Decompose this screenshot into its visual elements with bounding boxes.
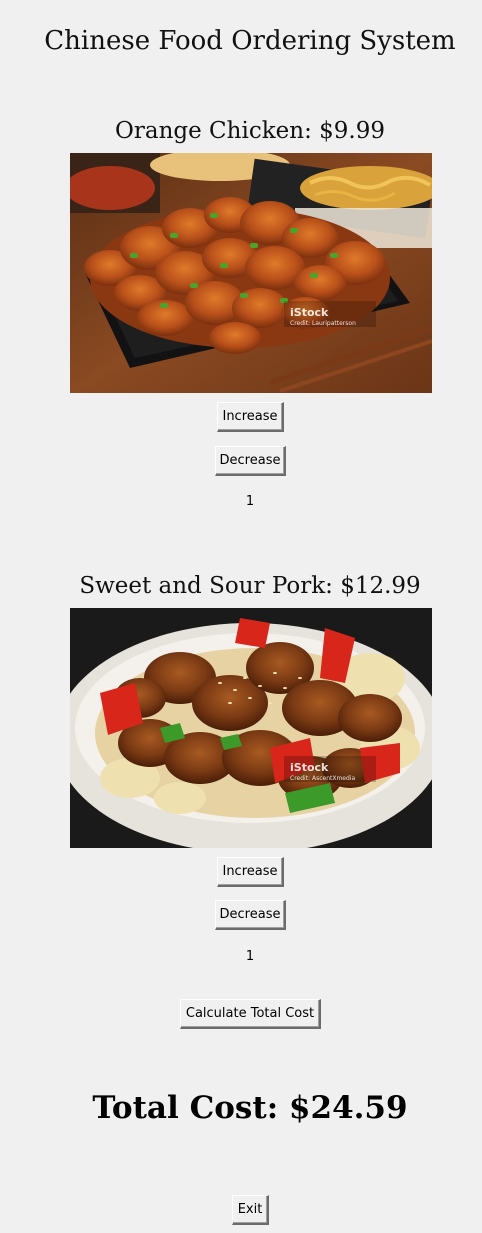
total-cost: Total Cost: $24.59: [92, 1090, 408, 1126]
orange-chicken-image: iStock Credit: Lauripatterson: [70, 153, 432, 393]
sweet-sour-pork-quantity: 1: [245, 949, 255, 964]
sweet-sour-pork-increase-button[interactable]: Increase: [217, 857, 284, 887]
orange-chicken-quantity: 1: [245, 494, 255, 509]
exit-button[interactable]: Exit: [232, 1195, 269, 1225]
orange-chicken-increase-button[interactable]: Increase: [217, 402, 284, 432]
watermark-credit: Credit: Lauripatterson: [290, 320, 356, 327]
watermark-istock: iStock: [290, 761, 329, 774]
orange-chicken-decrease-button[interactable]: Decrease: [215, 446, 286, 476]
sweet-sour-pork-image: iStock Credit: AscentXmedia: [70, 608, 432, 848]
item-title-sweet-sour-pork: Sweet and Sour Pork: $12.99: [79, 573, 421, 599]
watermark-credit: Credit: AscentXmedia: [290, 775, 355, 782]
app-title: Chinese Food Ordering System: [44, 26, 456, 56]
calculate-total-button[interactable]: Calculate Total Cost: [180, 999, 321, 1029]
watermark-istock: iStock: [290, 306, 329, 319]
sweet-sour-pork-decrease-button[interactable]: Decrease: [215, 900, 286, 930]
item-title-orange-chicken: Orange Chicken: $9.99: [115, 118, 385, 144]
